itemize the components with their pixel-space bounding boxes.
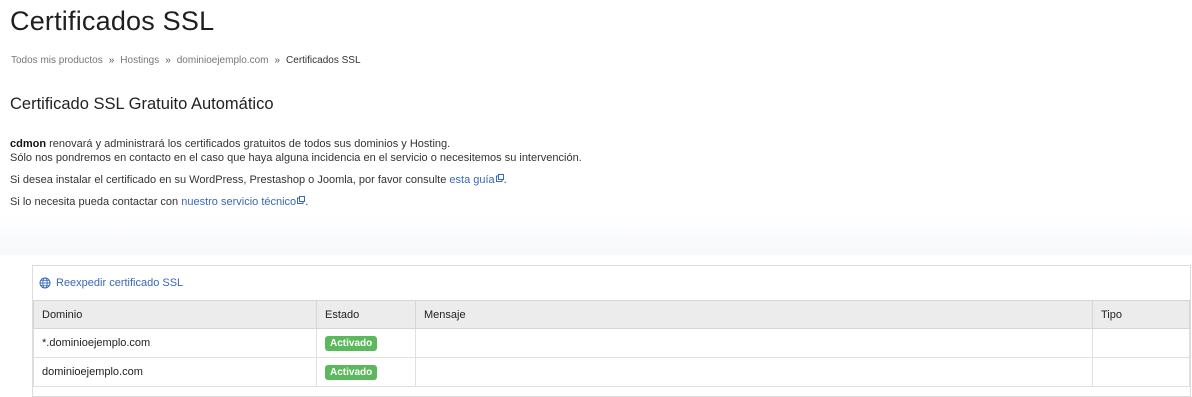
guide-text: Si desea instalar el certificado en su W…: [10, 174, 450, 186]
brand-name: cdmon: [10, 138, 47, 150]
reissue-ssl-button[interactable]: Reexpedir certificado SSL: [56, 277, 183, 289]
table-header-row: Dominio Estado Mensaje Tipo: [33, 300, 1190, 329]
breadcrumb-separator: »: [165, 55, 171, 66]
breadcrumb-item-hostings[interactable]: Hostings: [120, 55, 159, 66]
support-link[interactable]: nuestro servicio técnico: [181, 196, 306, 208]
intro-text: renovará y administrará los certificados…: [46, 138, 451, 150]
intro-line-2: Sólo nos pondremos en contacto en el cas…: [10, 152, 582, 164]
guide-suffix: .: [503, 174, 507, 186]
cell-estado: Activado: [316, 328, 416, 358]
section-title: Certificado SSL Gratuito Automático: [10, 95, 274, 113]
breadcrumb-separator: »: [108, 55, 115, 66]
status-badge: Activado: [325, 335, 378, 351]
support-line: Si lo necesita pueda contactar con nuest…: [10, 195, 308, 209]
breadcrumb-item-products[interactable]: Todos mis productos: [11, 55, 103, 66]
support-suffix: .: [305, 196, 309, 208]
cell-dominio: *.dominioejemplo.com: [33, 328, 317, 358]
table-row: *.dominioejemplo.com Activado: [33, 328, 1190, 358]
page-title: Certificados SSL: [10, 6, 215, 36]
status-badge: Activado: [325, 364, 378, 380]
cell-tipo: [1092, 357, 1190, 387]
column-header-dominio: Dominio: [33, 300, 317, 329]
cell-mensaje: [415, 328, 1093, 358]
cell-tipo: [1092, 328, 1190, 358]
background-fade: [0, 215, 1192, 255]
column-header-tipo: Tipo: [1092, 300, 1190, 329]
ssl-panel: Reexpedir certificado SSL Dominio Estado…: [32, 265, 1191, 397]
support-text: Si lo necesita pueda contactar con: [10, 196, 182, 208]
breadcrumb-current: Certificados SSL: [286, 55, 361, 66]
cell-dominio: dominioejemplo.com: [33, 357, 317, 387]
panel-header: Reexpedir certificado SSL: [33, 266, 1190, 300]
column-header-mensaje: Mensaje: [415, 300, 1093, 329]
guide-link[interactable]: esta guía: [449, 174, 504, 186]
cell-mensaje: [415, 357, 1093, 387]
breadcrumb-item-domain[interactable]: dominioejemplo.com: [177, 55, 269, 66]
support-link-label: nuestro servicio técnico: [181, 196, 297, 208]
intro-line-1: cdmon renovará y administrará los certif…: [10, 137, 450, 151]
breadcrumb-separator: »: [274, 55, 281, 66]
guide-line: Si desea instalar el certificado en su W…: [10, 173, 507, 187]
ssl-table: Dominio Estado Mensaje Tipo *.dominioeje…: [33, 300, 1190, 387]
external-link-icon: [297, 196, 306, 204]
breadcrumb: Todos mis productos » Hostings » dominioejem…: [11, 55, 361, 66]
globe-icon: [39, 277, 51, 289]
guide-link-label: esta guía: [449, 174, 495, 186]
cell-estado: Activado: [316, 357, 416, 387]
external-link-icon: [495, 174, 504, 182]
table-row: dominioejemplo.com Activado: [33, 357, 1190, 387]
column-header-estado: Estado: [316, 300, 416, 329]
